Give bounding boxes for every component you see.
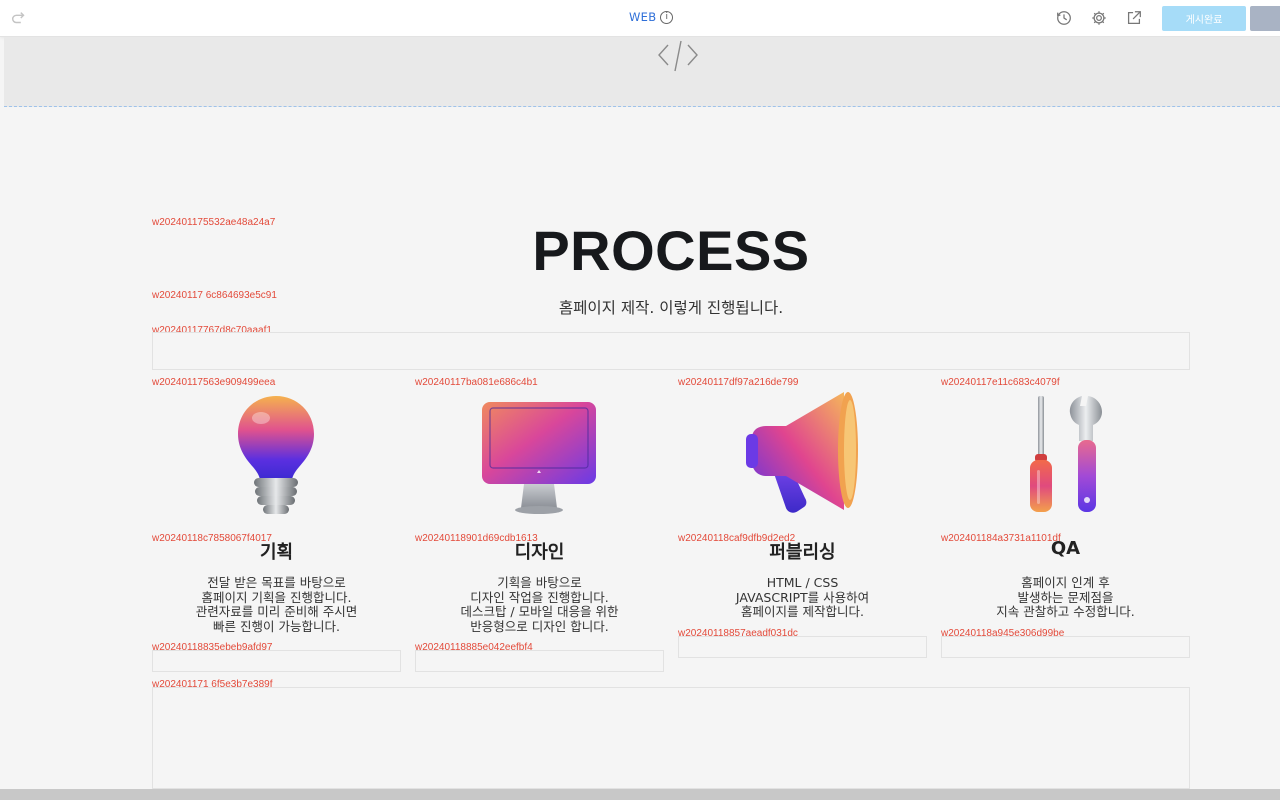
description-line: 빠른 진행이 가능합니다.	[213, 618, 340, 634]
spacer-block[interactable]	[152, 650, 401, 672]
description-line: 홈페이지 인계 후	[1021, 575, 1110, 590]
spacer-block[interactable]	[941, 636, 1190, 658]
widget-id-label: w20240117e11c683c4079f	[941, 377, 1060, 388]
redo-icon[interactable]	[10, 9, 28, 27]
description-line: 발생하는 문제점을	[1017, 589, 1114, 605]
external-link-icon[interactable]	[1125, 9, 1143, 27]
code-icon	[658, 40, 698, 72]
description-line: 지속 관찰하고 수정합니다.	[996, 604, 1135, 619]
description-line: JAVASCRIPT를 사용하여	[735, 589, 870, 605]
description-line: HTML / CSS	[766, 575, 839, 590]
gear-icon[interactable]	[1090, 9, 1108, 27]
section-title: PROCESS	[532, 219, 810, 282]
secondary-button[interactable]	[1250, 6, 1280, 31]
step-description: 전달 받은 목표를 바탕으로 홈페이지 기획을 진행합니다. 관련자료를 미리 …	[152, 575, 401, 634]
step-description: 홈페이지 인계 후 발생하는 문제점을 지속 관찰하고 수정합니다.	[941, 575, 1190, 620]
monitor-icon[interactable]	[474, 390, 604, 520]
tools-icon[interactable]	[1000, 390, 1130, 520]
widget-id-label: w20240117563e909499eea	[152, 377, 276, 388]
step-title: 기획	[259, 542, 294, 563]
widget-id-label: w20240117ba081e686c4b1	[415, 377, 538, 388]
step-title: 디자인	[514, 542, 565, 563]
description-line: 관련자료를 미리 준비해 주시면	[195, 604, 358, 619]
description-line: 홈페이지 기획을 진행합니다.	[201, 589, 352, 605]
step-title: 퍼블리싱	[769, 542, 836, 563]
description-line: 반응형으로 디자인 합니다.	[470, 618, 609, 634]
view-mode-label: WEB	[629, 10, 657, 24]
code-embed-block[interactable]	[4, 37, 1280, 107]
info-icon[interactable]: i	[660, 10, 674, 24]
description-line: 전달 받은 목표를 바탕으로	[207, 575, 346, 590]
publish-button[interactable]: 게시완료	[1162, 6, 1246, 31]
description-line: 홈페이지를 제작합니다.	[741, 604, 864, 619]
description-line: 기획을 바탕으로	[497, 575, 582, 590]
spacer-block[interactable]	[415, 650, 664, 672]
view-mode-toggle[interactable]: WEB i	[629, 10, 674, 24]
description-line: 디자인 작업을 진행합니다.	[470, 589, 609, 605]
step-description: HTML / CSS JAVASCRIPT를 사용하여 홈페이지를 제작합니다.	[678, 575, 927, 620]
step-title: QA	[1050, 538, 1081, 559]
spacer-block[interactable]	[678, 636, 927, 658]
widget-id-label: w20240117df97a216de799	[678, 377, 799, 388]
spacer-block[interactable]	[152, 332, 1190, 370]
history-icon[interactable]	[1055, 9, 1073, 27]
section-subtitle: 홈페이지 제작. 이렇게 진행됩니다.	[558, 299, 784, 317]
description-line: 데스크탑 / 모바일 대응을 위한	[460, 604, 619, 619]
editor-toolbar: WEB i 게시완료	[0, 0, 1280, 37]
step-description: 기획을 바탕으로 디자인 작업을 진행합니다. 데스크탑 / 모바일 대응을 위…	[415, 575, 664, 634]
megaphone-icon[interactable]	[738, 390, 868, 520]
spacer-block[interactable]	[152, 687, 1190, 789]
horizontal-scrollbar[interactable]	[0, 789, 1280, 800]
lightbulb-icon[interactable]	[211, 390, 341, 520]
